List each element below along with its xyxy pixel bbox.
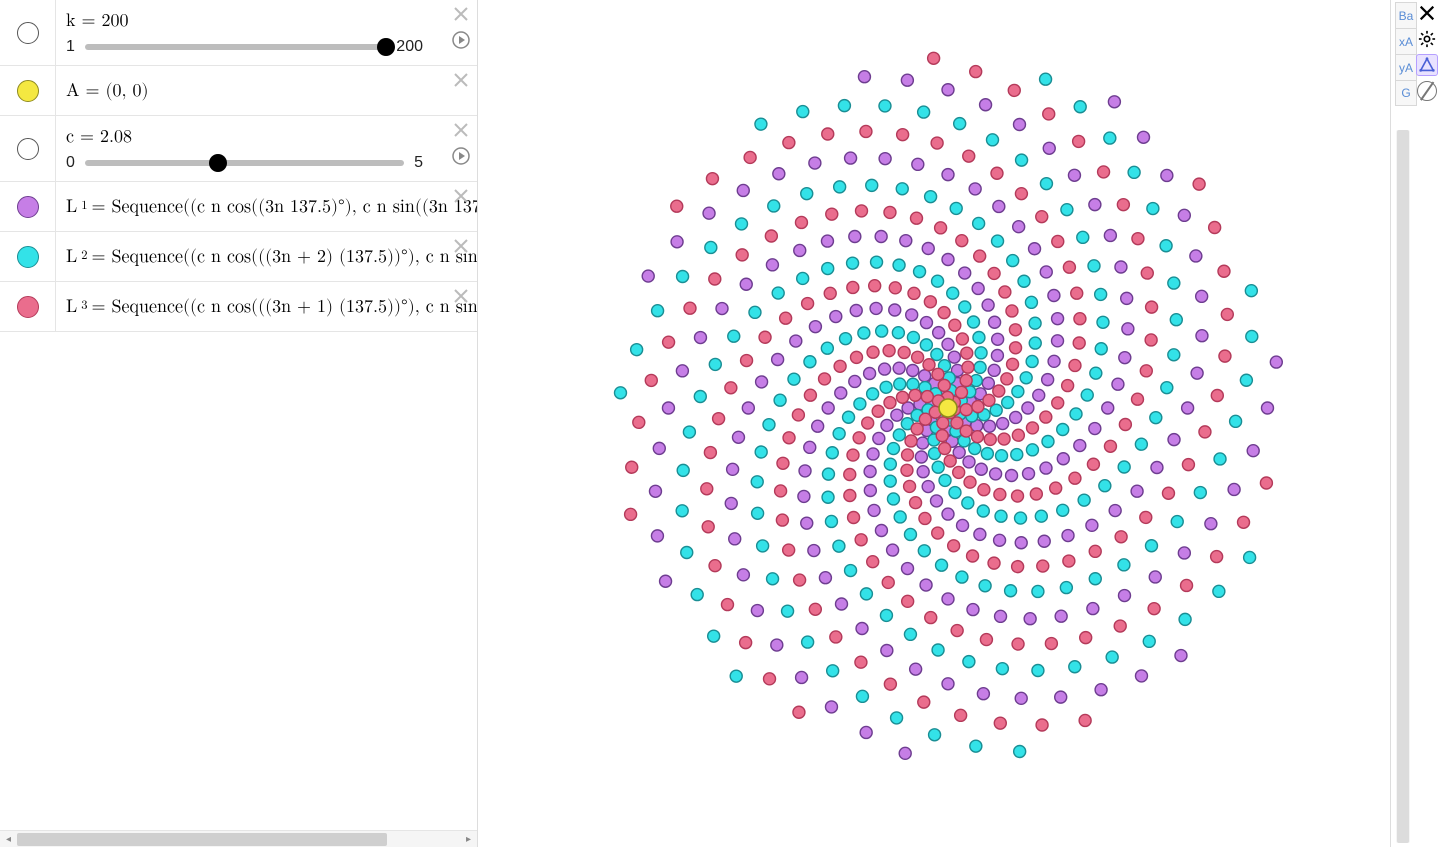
row-action-icons — [451, 70, 471, 90]
delete-icon[interactable] — [451, 70, 471, 90]
row-action-icons — [451, 236, 471, 256]
algebra-row-L3[interactable]: L3 = Sequence((c n cos(((3n + 1) (137.5)… — [0, 282, 477, 332]
delete-icon[interactable] — [451, 236, 471, 256]
row-action-icons — [451, 120, 471, 166]
definition-text: c = 2.08 — [66, 126, 467, 148]
horizontal-scrollbar[interactable]: ◂ ▸ — [0, 830, 477, 847]
algebra-row-c[interactable]: c = 2.08 0 5 — [0, 116, 477, 182]
slider-max: 5 — [414, 154, 423, 172]
definition-text: L2 = Sequence((c n cos(((3n + 2) (137.5)… — [66, 246, 467, 268]
scroll-left-icon[interactable]: ◂ — [0, 831, 17, 847]
row-body: L2 = Sequence((c n cos(((3n + 2) (137.5)… — [56, 232, 477, 281]
plot-canvas[interactable] — [478, 0, 1390, 847]
swatch-icon — [17, 80, 39, 102]
algebra-row-k[interactable]: k = 200 1 200 — [0, 0, 477, 66]
slider-track[interactable] — [85, 160, 404, 166]
slider-c[interactable]: 0 5 — [66, 154, 467, 172]
view-tab[interactable]: Ba — [1395, 2, 1417, 28]
visibility-toggle[interactable] — [0, 66, 56, 115]
side-controls — [1416, 2, 1438, 102]
definition-text: L3 = Sequence((c n cos(((3n + 1) (137.5)… — [66, 296, 467, 318]
definition-text: L1 = Sequence((c n cos((3n 137.5)°), c n… — [66, 196, 467, 218]
view-tab[interactable]: G — [1395, 80, 1417, 106]
slider-thumb[interactable] — [209, 154, 227, 172]
row-body: A = (0, 0) — [56, 66, 477, 115]
delete-icon[interactable] — [451, 4, 471, 24]
swatch-icon — [17, 196, 39, 218]
visibility-toggle[interactable] — [0, 232, 56, 281]
definition-text: k = 200 — [66, 10, 467, 32]
close-icon[interactable] — [1416, 2, 1438, 24]
scrollbar-thumb[interactable] — [17, 833, 387, 846]
geometry-mode-icon[interactable] — [1416, 54, 1438, 76]
slider-min: 0 — [66, 154, 75, 172]
play-icon[interactable] — [451, 30, 471, 50]
graphics-view[interactable] — [478, 0, 1390, 847]
visibility-toggle[interactable] — [0, 116, 56, 181]
swatch-icon — [17, 246, 39, 268]
slider-min: 1 — [66, 38, 75, 56]
delete-icon[interactable] — [451, 120, 471, 140]
row-body: c = 2.08 0 5 — [56, 116, 477, 181]
scrollbar-thumb[interactable] — [1397, 130, 1409, 843]
delete-icon[interactable] — [451, 186, 471, 206]
row-action-icons — [451, 186, 471, 206]
row-body: L1 = Sequence((c n cos((3n 137.5)°), c n… — [56, 182, 477, 231]
slider-max: 200 — [396, 38, 423, 56]
row-action-icons — [451, 4, 471, 50]
row-body: k = 200 1 200 — [56, 0, 477, 65]
swatch-icon — [17, 138, 39, 160]
side-panel: Ba xA yA G — [1390, 0, 1440, 847]
slider-k[interactable]: 1 200 — [66, 38, 467, 56]
algebra-row-L2[interactable]: L2 = Sequence((c n cos(((3n + 2) (137.5)… — [0, 232, 477, 282]
slider-thumb[interactable] — [377, 38, 395, 56]
definition-text: A = (0, 0) — [66, 80, 467, 102]
vertical-scrollbar[interactable] — [1396, 130, 1410, 843]
view-tabs: Ba xA yA G — [1395, 2, 1417, 106]
visibility-toggle[interactable] — [0, 182, 56, 231]
algebra-row-L1[interactable]: L1 = Sequence((c n cos((3n 137.5)°), c n… — [0, 182, 477, 232]
scroll-right-icon[interactable]: ▸ — [460, 831, 477, 847]
row-action-icons — [451, 286, 471, 306]
view-tab[interactable]: xA — [1395, 28, 1417, 54]
delete-icon[interactable] — [451, 286, 471, 306]
algebra-panel: k = 200 1 200 — [0, 0, 478, 847]
slider-track[interactable] — [85, 44, 386, 50]
swatch-icon — [17, 22, 39, 44]
visibility-toggle[interactable] — [0, 282, 56, 331]
play-icon[interactable] — [451, 146, 471, 166]
null-set-icon[interactable] — [1416, 80, 1438, 102]
algebra-row-A[interactable]: A = (0, 0) — [0, 66, 477, 116]
row-body: L3 = Sequence((c n cos(((3n + 1) (137.5)… — [56, 282, 477, 331]
app-root: k = 200 1 200 — [0, 0, 1440, 847]
view-tab[interactable]: yA — [1395, 54, 1417, 80]
algebra-list: k = 200 1 200 — [0, 0, 477, 830]
settings-gear-icon[interactable] — [1416, 28, 1438, 50]
series-1 — [625, 52, 1273, 731]
swatch-icon — [17, 296, 39, 318]
point-A[interactable] — [939, 399, 957, 417]
visibility-toggle[interactable] — [0, 0, 56, 65]
